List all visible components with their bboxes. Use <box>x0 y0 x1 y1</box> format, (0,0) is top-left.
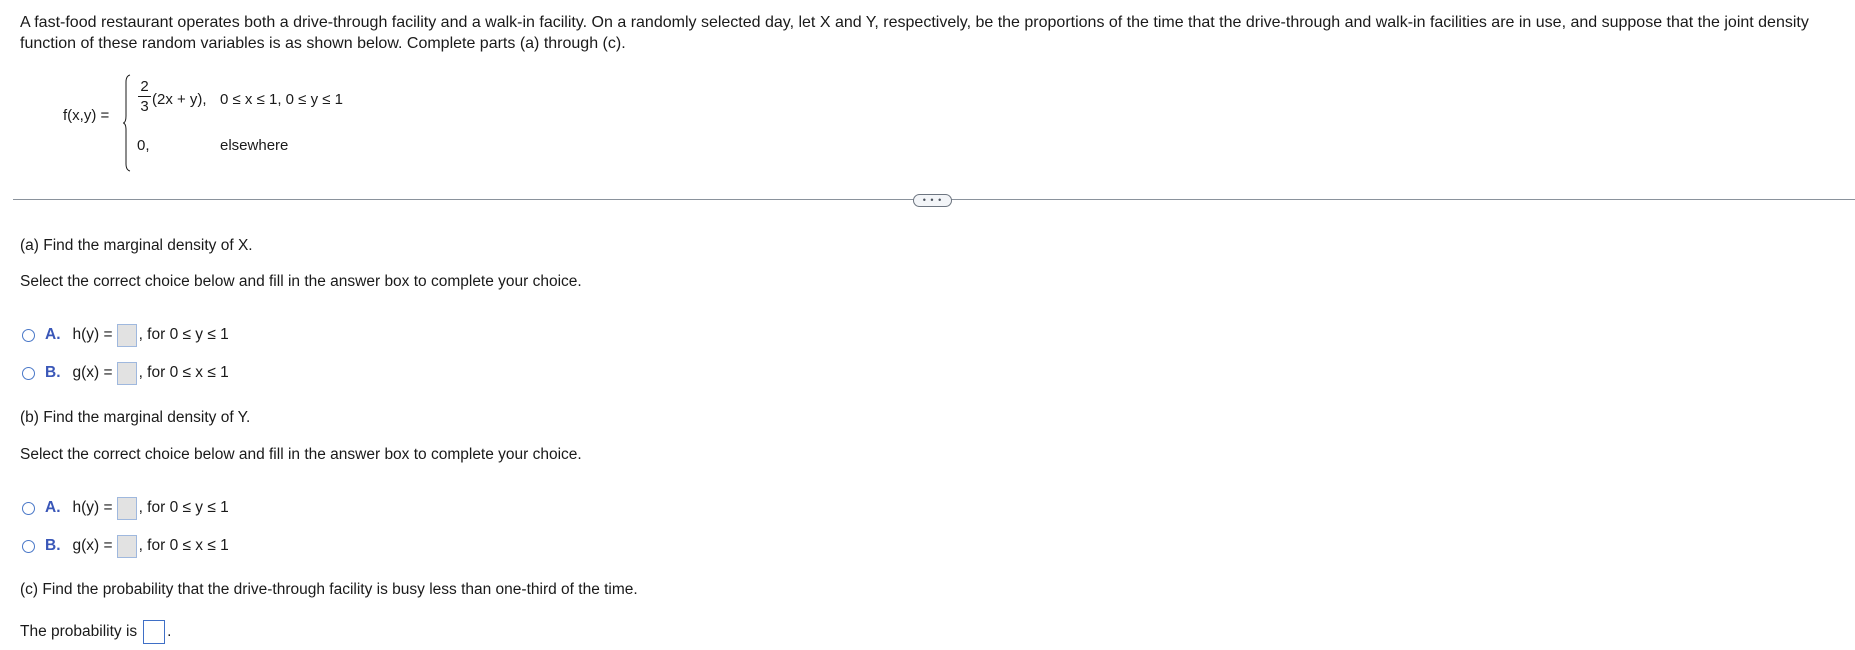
option-letter[interactable]: B. <box>45 364 61 382</box>
option-range: , for 0 ≤ y ≤ 1 <box>138 499 229 516</box>
fraction-bar <box>138 96 151 97</box>
answer-prefix: The probability is <box>20 623 138 640</box>
option-letter[interactable]: A. <box>45 499 61 517</box>
part-b-question: (b) Find the marginal density of Y. <box>20 409 251 426</box>
part-a-instruction: Select the correct choice below and fill… <box>20 273 582 290</box>
fraction-denominator: 3 <box>140 98 149 115</box>
fraction-two-thirds: 2 3 <box>138 78 151 115</box>
left-brace-icon <box>123 74 131 172</box>
part-a-option-a[interactable]: A. h(y) = , for 0 ≤ y ≤ 1 <box>22 322 229 348</box>
answer-input[interactable] <box>116 496 137 520</box>
ellipsis-icon: • • • <box>922 195 943 205</box>
answer-input[interactable] <box>116 361 137 385</box>
option-letter[interactable]: A. <box>45 326 61 344</box>
answer-input[interactable] <box>116 534 137 558</box>
option-range: , for 0 ≤ y ≤ 1 <box>138 326 229 343</box>
formula-label: f(x,y) = <box>63 107 110 124</box>
option-lhs: g(x) = <box>72 364 113 381</box>
option-letter[interactable]: B. <box>45 537 61 555</box>
formula-otherwise-value: 0, <box>137 137 150 154</box>
part-b-option-b[interactable]: B. g(x) = , for 0 ≤ x ≤ 1 <box>22 533 229 559</box>
problem-intro: A fast-food restaurant operates both a d… <box>20 14 1809 52</box>
radio-button[interactable] <box>22 539 35 553</box>
answer-suffix: . <box>167 623 172 640</box>
option-lhs: h(y) = <box>72 499 113 516</box>
formula-condition: 0 ≤ x ≤ 1, 0 ≤ y ≤ 1 <box>220 91 343 108</box>
more-options-button[interactable]: • • • <box>913 194 952 207</box>
formula-otherwise-condition: elsewhere <box>220 137 289 154</box>
part-c-question: (c) Find the probability that the drive-… <box>20 581 638 598</box>
option-range: , for 0 ≤ x ≤ 1 <box>138 364 229 381</box>
answer-input[interactable] <box>116 323 137 347</box>
option-range: , for 0 ≤ x ≤ 1 <box>138 537 229 554</box>
part-a-question: (a) Find the marginal density of X. <box>20 237 253 254</box>
formula-expression: (2x + y), <box>152 91 207 108</box>
radio-button[interactable] <box>22 366 35 380</box>
radio-button[interactable] <box>22 328 35 342</box>
radio-button[interactable] <box>22 501 35 515</box>
part-b-option-a[interactable]: A. h(y) = , for 0 ≤ y ≤ 1 <box>22 495 229 521</box>
part-a-option-b[interactable]: B. g(x) = , for 0 ≤ x ≤ 1 <box>22 360 229 386</box>
part-b-instruction: Select the correct choice below and fill… <box>20 446 582 463</box>
option-lhs: h(y) = <box>72 326 113 343</box>
fraction-numerator: 2 <box>140 78 149 95</box>
probability-input[interactable] <box>143 620 166 644</box>
part-c-answer-line: The probability is . <box>20 620 171 644</box>
option-lhs: g(x) = <box>72 537 113 554</box>
